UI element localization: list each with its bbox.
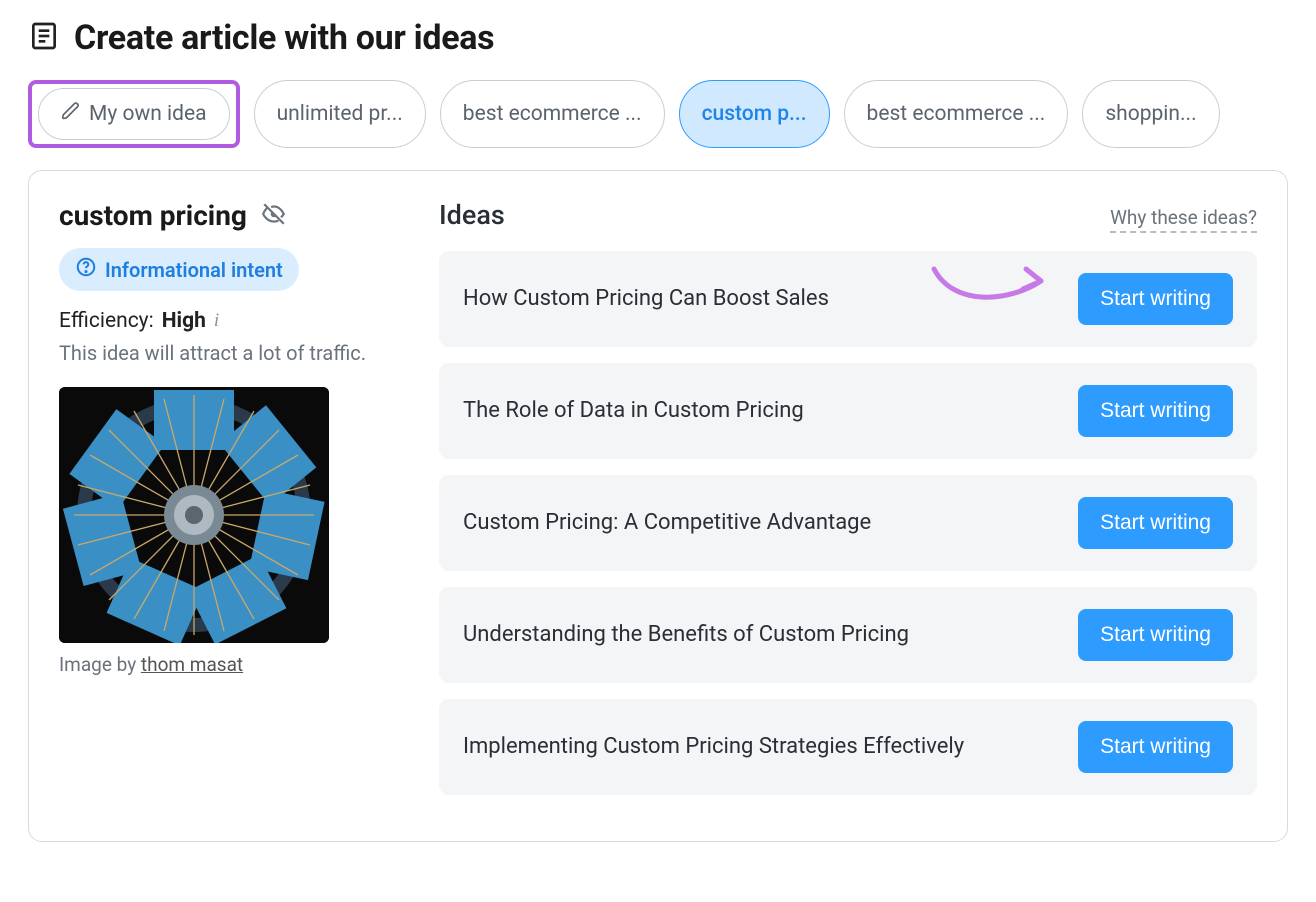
topic-sidebar: custom pricing Informational intent <box>59 199 409 811</box>
idea-card: How Custom Pricing Can Boost Sales Start… <box>439 251 1257 347</box>
chip-label: best ecommerce ... <box>867 102 1046 126</box>
idea-title: How Custom Pricing Can Boost Sales <box>463 284 1054 314</box>
idea-card: Implementing Custom Pricing Strategies E… <box>439 699 1257 795</box>
topic-image <box>59 387 329 643</box>
image-credit-link[interactable]: thom masat <box>141 653 243 676</box>
pencil-icon <box>61 101 81 127</box>
idea-card: The Role of Data in Custom Pricing Start… <box>439 363 1257 459</box>
intent-label: Informational intent <box>105 258 283 282</box>
chip-idea[interactable]: shoppin... <box>1082 80 1219 148</box>
idea-chips-row: My own idea unlimited pr... best ecommer… <box>28 80 1288 148</box>
visibility-off-icon[interactable] <box>261 201 287 231</box>
idea-title: Implementing Custom Pricing Strategies E… <box>463 732 1054 762</box>
chip-label: best ecommerce ... <box>463 102 642 126</box>
start-writing-button[interactable]: Start writing <box>1078 609 1233 661</box>
question-circle-icon <box>75 256 97 283</box>
chip-idea[interactable]: unlimited pr... <box>254 80 426 148</box>
intent-badge: Informational intent <box>59 248 299 291</box>
idea-title: Understanding the Benefits of Custom Pri… <box>463 620 1054 650</box>
image-credit: Image by thom masat <box>59 653 409 676</box>
chip-label: shoppin... <box>1105 102 1196 126</box>
ideas-heading: Ideas <box>439 199 505 231</box>
chip-my-own-idea[interactable]: My own idea <box>38 88 230 140</box>
chip-label: custom p... <box>702 102 807 126</box>
idea-title: Custom Pricing: A Competitive Advantage <box>463 508 1054 538</box>
start-writing-button[interactable]: Start writing <box>1078 273 1233 325</box>
efficiency-row: Efficiency: High i <box>59 309 409 333</box>
start-writing-button[interactable]: Start writing <box>1078 385 1233 437</box>
chip-idea-active[interactable]: custom p... <box>679 80 830 148</box>
start-writing-button[interactable]: Start writing <box>1078 497 1233 549</box>
chip-label: My own idea <box>89 102 207 126</box>
page-title: Create article with our ideas <box>74 18 494 58</box>
efficiency-label: Efficiency: <box>59 309 154 333</box>
efficiency-desc: This idea will attract a lot of traffic. <box>59 341 409 365</box>
topic-title: custom pricing <box>59 199 247 232</box>
page-header: Create article with our ideas <box>28 18 1288 58</box>
efficiency-value: High <box>162 309 206 333</box>
idea-card: Understanding the Benefits of Custom Pri… <box>439 587 1257 683</box>
why-these-ideas-link[interactable]: Why these ideas? <box>1110 206 1257 233</box>
chip-idea[interactable]: best ecommerce ... <box>844 80 1069 148</box>
info-icon[interactable]: i <box>214 310 219 332</box>
ideas-column: Ideas Why these ideas? How Custom Pricin… <box>439 199 1257 811</box>
chip-idea[interactable]: best ecommerce ... <box>440 80 665 148</box>
chip-label: unlimited pr... <box>277 102 403 126</box>
idea-title: The Role of Data in Custom Pricing <box>463 396 1054 426</box>
document-icon <box>28 20 60 56</box>
ideas-panel: custom pricing Informational intent <box>28 170 1288 842</box>
start-writing-button[interactable]: Start writing <box>1078 721 1233 773</box>
idea-card: Custom Pricing: A Competitive Advantage … <box>439 475 1257 571</box>
chip-highlight-box: My own idea <box>28 80 240 148</box>
